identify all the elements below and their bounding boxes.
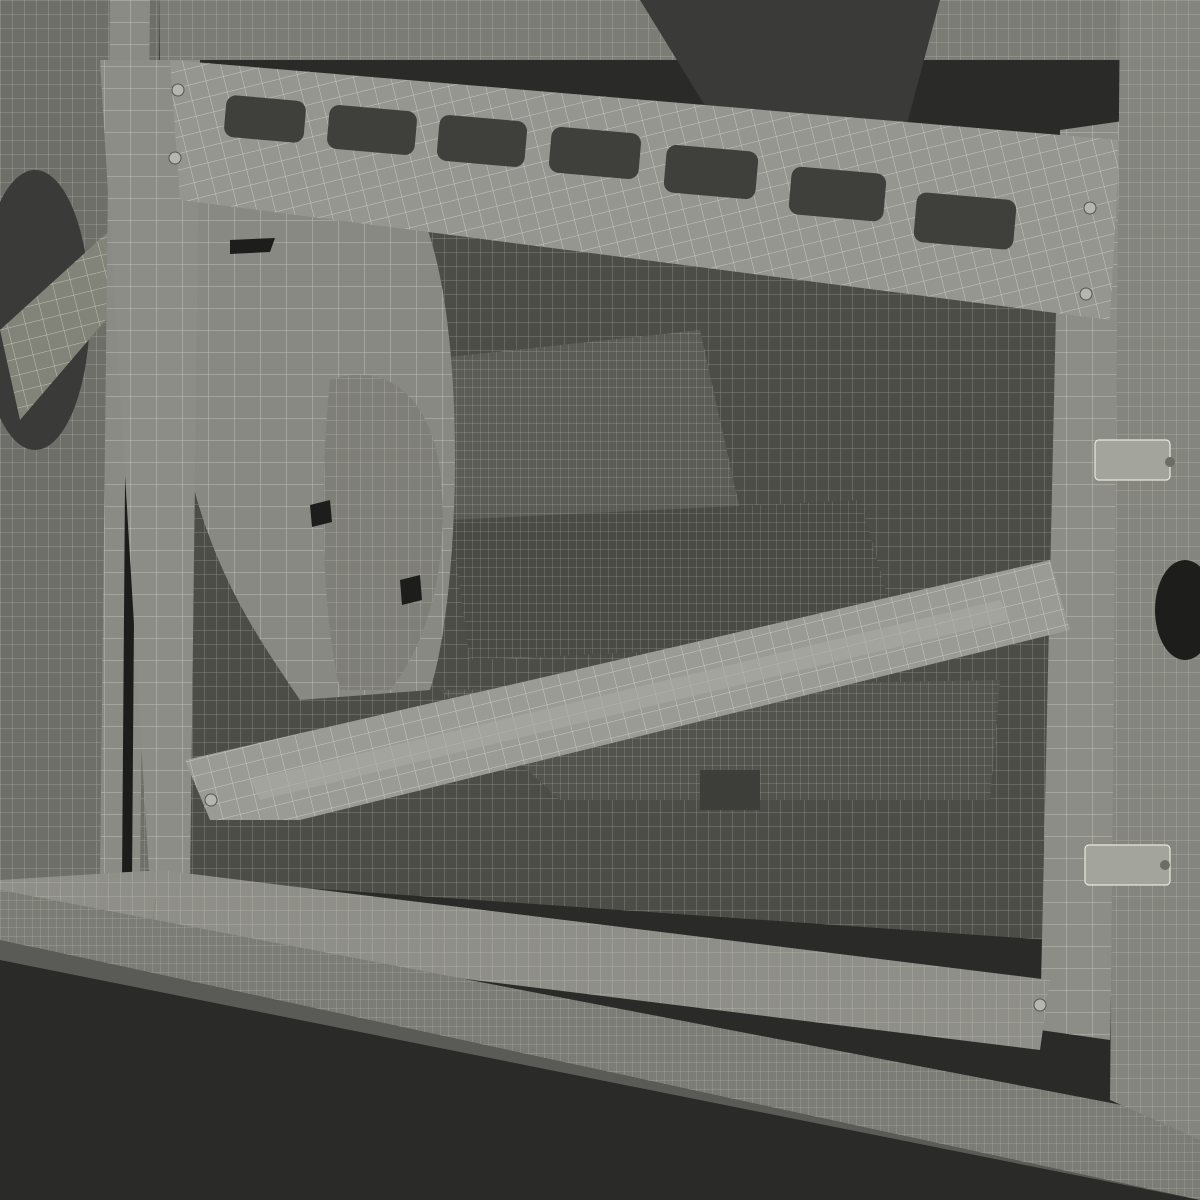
render-canvas <box>0 0 1200 1200</box>
front-body-structure <box>1110 0 1200 1140</box>
lower-hinge <box>1084 844 1171 886</box>
cutout <box>327 105 417 155</box>
wireframe-door-frame-render <box>0 0 1200 1200</box>
seat-mount-block <box>700 770 760 810</box>
cutout <box>788 166 887 222</box>
upper-hinge <box>1094 439 1171 481</box>
slot-hole <box>230 238 275 254</box>
cutout <box>663 144 759 200</box>
cutout <box>549 126 641 180</box>
bolt-hole <box>400 575 422 605</box>
cutout <box>913 192 1017 250</box>
cutout <box>436 115 528 167</box>
cutout <box>224 95 306 143</box>
